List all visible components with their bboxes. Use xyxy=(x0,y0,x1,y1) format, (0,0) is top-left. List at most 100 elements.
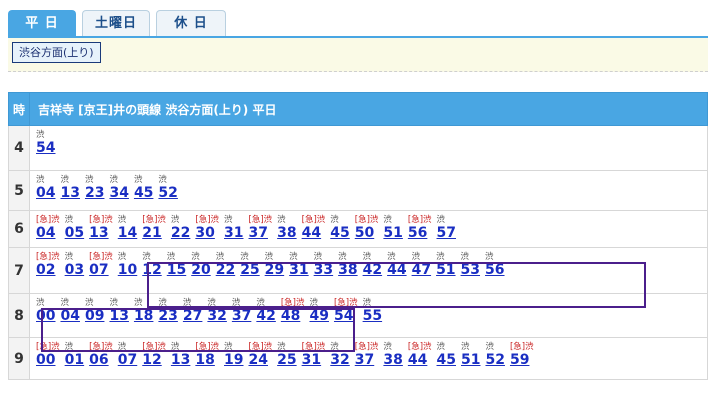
departure-item[interactable]: [急]渋 13 xyxy=(89,212,113,243)
departure-item[interactable]: 渋 37 xyxy=(232,295,251,326)
departure-item[interactable]: 渋 52 xyxy=(485,339,504,370)
departure-item[interactable]: 渋 53 xyxy=(461,249,480,280)
departure-minute-link[interactable]: 37 xyxy=(355,352,379,369)
departure-item[interactable]: [急]渋 21 xyxy=(142,212,166,243)
departure-minute-link[interactable]: 22 xyxy=(216,262,235,279)
departure-minute-link[interactable]: 00 xyxy=(36,352,60,369)
departure-item[interactable]: 渋 55 xyxy=(363,295,382,326)
tab-holiday[interactable]: 休 日 xyxy=(156,10,226,36)
departure-minute-link[interactable]: 52 xyxy=(158,185,177,202)
departure-item[interactable]: 渋 31 xyxy=(289,249,308,280)
departure-minute-link[interactable]: 25 xyxy=(277,352,296,369)
departure-minute-link[interactable]: 55 xyxy=(363,308,382,325)
departure-minute-link[interactable]: 04 xyxy=(36,185,55,202)
departure-item[interactable]: 渋 23 xyxy=(158,295,177,326)
departure-item[interactable]: 渋 29 xyxy=(265,249,284,280)
departure-item[interactable]: 渋 33 xyxy=(314,249,333,280)
departure-item[interactable]: 渋 34 xyxy=(109,172,128,203)
departure-item[interactable]: 渋 51 xyxy=(436,249,455,280)
departure-minute-link[interactable]: 03 xyxy=(65,262,84,279)
departure-minute-link[interactable]: 45 xyxy=(330,225,349,242)
departure-item[interactable]: [急]渋 04 xyxy=(36,212,60,243)
departure-minute-link[interactable]: 00 xyxy=(36,308,55,325)
departure-minute-link[interactable]: 32 xyxy=(330,352,349,369)
departure-item[interactable]: 渋 51 xyxy=(461,339,480,370)
departure-item[interactable]: 渋 38 xyxy=(383,339,402,370)
departure-item[interactable]: 渋 13 xyxy=(60,172,79,203)
departure-minute-link[interactable]: 37 xyxy=(232,308,251,325)
departure-item[interactable]: [急]渋 30 xyxy=(195,212,219,243)
departure-item[interactable]: 渋 23 xyxy=(85,172,104,203)
departure-minute-link[interactable]: 13 xyxy=(89,225,113,242)
tab-weekday[interactable]: 平 日 xyxy=(8,10,76,36)
departure-item[interactable]: [急]渋 12 xyxy=(142,339,166,370)
departure-item[interactable]: 渋 38 xyxy=(277,212,296,243)
departure-minute-link[interactable]: 02 xyxy=(36,262,60,279)
departure-minute-link[interactable]: 01 xyxy=(65,352,84,369)
departure-item[interactable]: [急]渋 44 xyxy=(302,212,326,243)
departure-item[interactable]: [急]渋 37 xyxy=(249,212,273,243)
departure-item[interactable]: 渋 00 xyxy=(36,295,55,326)
departure-minute-link[interactable]: 15 xyxy=(167,262,186,279)
departure-minute-link[interactable]: 18 xyxy=(134,308,153,325)
departure-minute-link[interactable]: 51 xyxy=(461,352,480,369)
departure-item[interactable]: 渋 09 xyxy=(85,295,104,326)
departure-item[interactable]: 渋 25 xyxy=(277,339,296,370)
departure-item[interactable]: 渋 04 xyxy=(36,172,55,203)
departure-item[interactable]: 渋 18 xyxy=(134,295,153,326)
departure-minute-link[interactable]: 13 xyxy=(60,185,79,202)
departure-item[interactable]: 渋 45 xyxy=(330,212,349,243)
departure-item[interactable]: 渋 13 xyxy=(109,295,128,326)
departure-item[interactable]: 渋 31 xyxy=(224,212,243,243)
departure-minute-link[interactable]: 20 xyxy=(191,262,210,279)
departure-minute-link[interactable]: 09 xyxy=(85,308,104,325)
departure-minute-link[interactable]: 54 xyxy=(36,140,55,157)
departure-item[interactable]: 渋 54 xyxy=(36,127,55,158)
departure-minute-link[interactable]: 38 xyxy=(277,225,296,242)
departure-minute-link[interactable]: 13 xyxy=(171,352,190,369)
departure-minute-link[interactable]: 31 xyxy=(302,352,326,369)
departure-item[interactable]: [急]渋 37 xyxy=(355,339,379,370)
departure-item[interactable]: [急]渋 50 xyxy=(355,212,379,243)
departure-minute-link[interactable]: 45 xyxy=(437,352,456,369)
departure-item[interactable]: 渋 47 xyxy=(412,249,431,280)
departure-item[interactable]: 渋 57 xyxy=(437,212,456,243)
departure-minute-link[interactable]: 56 xyxy=(485,262,504,279)
departure-minute-link[interactable]: 42 xyxy=(363,262,382,279)
departure-minute-link[interactable]: 38 xyxy=(338,262,357,279)
departure-item[interactable]: 渋 32 xyxy=(207,295,226,326)
departure-minute-link[interactable]: 19 xyxy=(224,352,243,369)
departure-minute-link[interactable]: 21 xyxy=(142,225,166,242)
departure-item[interactable]: [急]渋 07 xyxy=(89,249,113,280)
departure-minute-link[interactable]: 14 xyxy=(118,225,137,242)
departure-minute-link[interactable]: 32 xyxy=(207,308,226,325)
departure-minute-link[interactable]: 56 xyxy=(408,225,432,242)
departure-item[interactable]: 渋 45 xyxy=(437,339,456,370)
departure-item[interactable]: [急]渋 56 xyxy=(408,212,432,243)
departure-minute-link[interactable]: 22 xyxy=(171,225,190,242)
departure-item[interactable]: 渋 38 xyxy=(338,249,357,280)
departure-item[interactable]: 渋 04 xyxy=(60,295,79,326)
departure-item[interactable]: [急]渋 54 xyxy=(334,295,358,326)
departure-item[interactable]: 渋 45 xyxy=(134,172,153,203)
departure-minute-link[interactable]: 06 xyxy=(89,352,113,369)
departure-item[interactable]: 渋 49 xyxy=(309,295,328,326)
departure-minute-link[interactable]: 51 xyxy=(383,225,402,242)
departure-minute-link[interactable]: 05 xyxy=(65,225,84,242)
departure-minute-link[interactable]: 12 xyxy=(142,262,161,279)
departure-minute-link[interactable]: 25 xyxy=(240,262,259,279)
departure-minute-link[interactable]: 10 xyxy=(118,262,137,279)
departure-item[interactable]: 渋 22 xyxy=(216,249,235,280)
departure-minute-link[interactable]: 12 xyxy=(142,352,166,369)
departure-item[interactable]: [急]渋 02 xyxy=(36,249,60,280)
departure-item[interactable]: 渋 01 xyxy=(65,339,84,370)
departure-item[interactable]: 渋 27 xyxy=(183,295,202,326)
departure-item[interactable]: 渋 05 xyxy=(65,212,84,243)
departure-item[interactable]: 渋 15 xyxy=(167,249,186,280)
departure-minute-link[interactable]: 07 xyxy=(89,262,113,279)
departure-item[interactable]: 渋 10 xyxy=(118,249,137,280)
departure-minute-link[interactable]: 18 xyxy=(195,352,219,369)
departure-minute-link[interactable]: 24 xyxy=(249,352,273,369)
departure-item[interactable]: 渋 52 xyxy=(158,172,177,203)
departure-minute-link[interactable]: 44 xyxy=(387,262,406,279)
